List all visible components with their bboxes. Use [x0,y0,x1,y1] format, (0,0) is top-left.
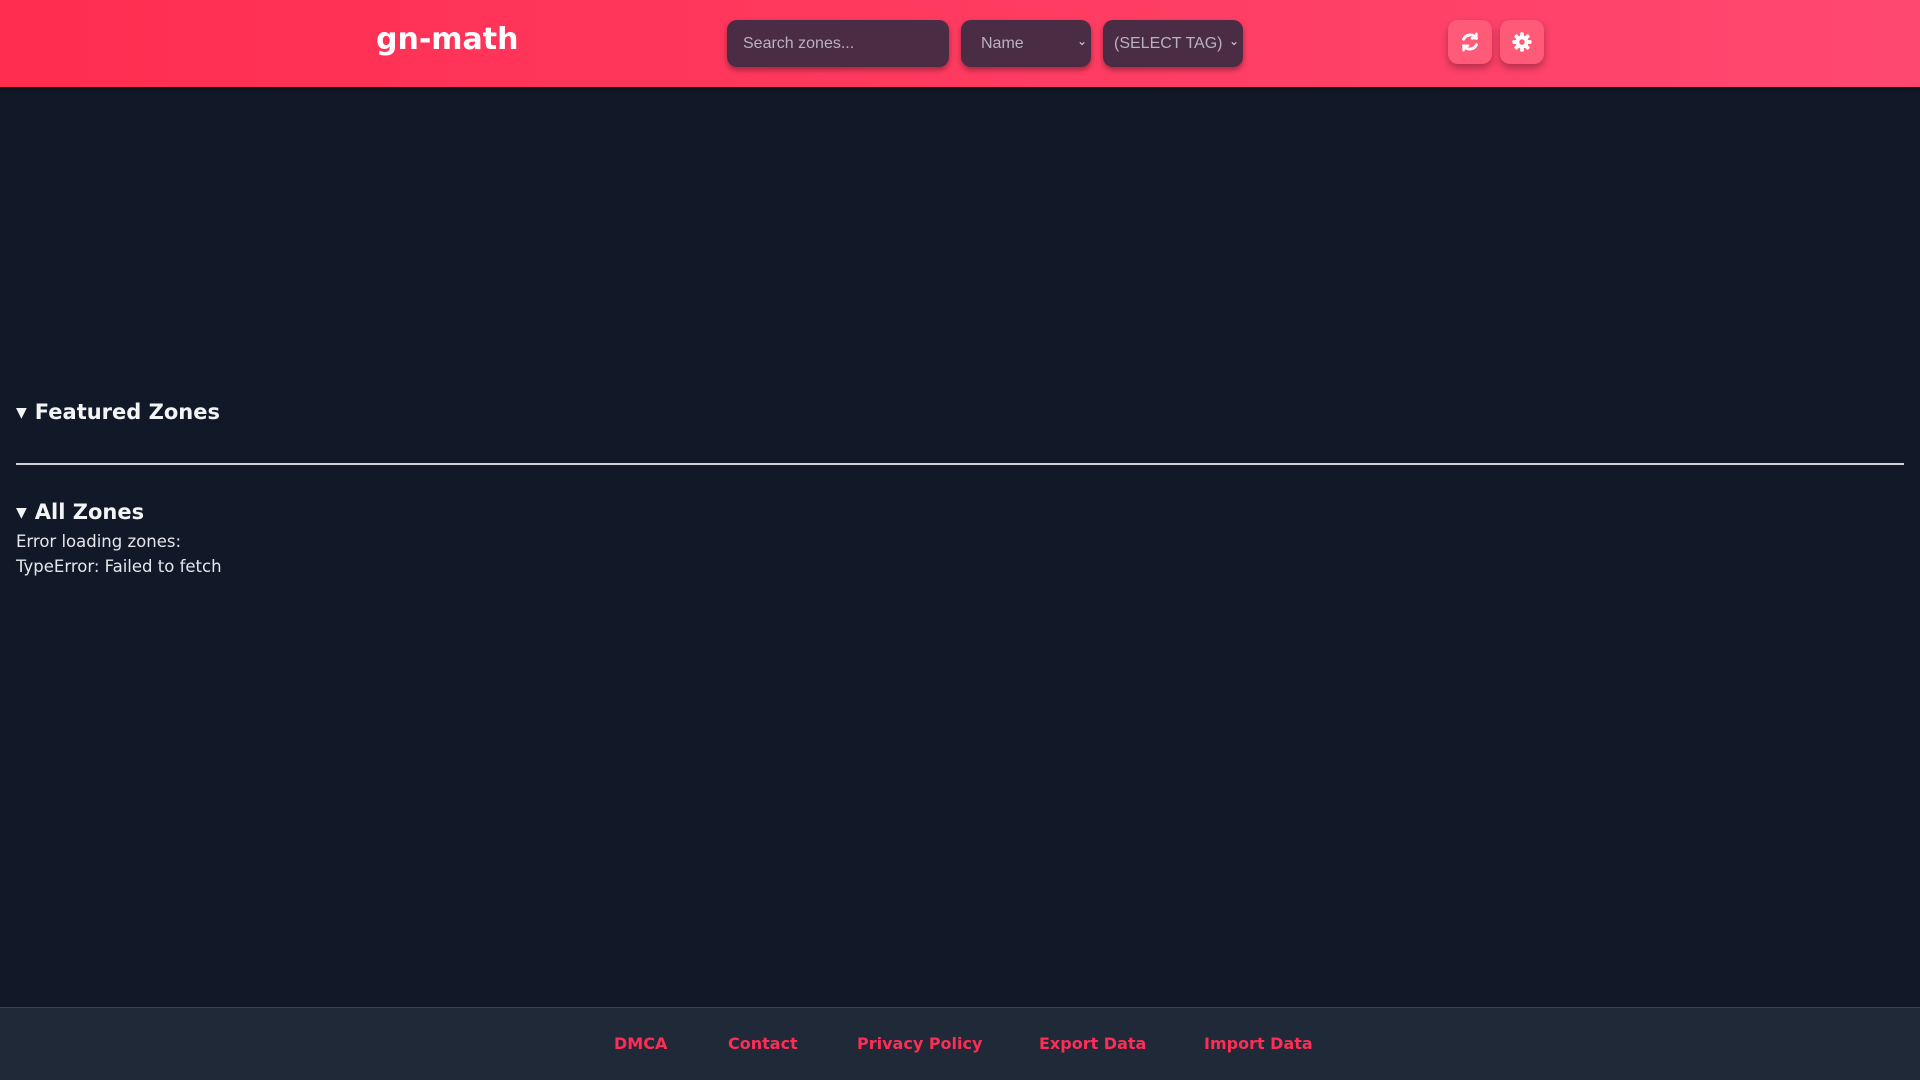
footer-link-export-data[interactable]: Export Data [1039,1034,1146,1053]
triangle-down-icon: ▼ [16,505,27,521]
footer-link-dmca[interactable]: DMCA [614,1034,667,1053]
featured-zones-heading: Featured Zones [34,400,220,424]
top-bar: gn-math Search zones... Name ⌄ (SELECT TA… [0,0,1920,87]
footer-link-import-data[interactable]: Import Data [1204,1034,1313,1053]
tag-select[interactable]: (SELECT TAG) ⌄ [1103,20,1243,67]
error-message: Error loading zones: [16,532,182,551]
all-zones-heading: All Zones [34,500,145,524]
sort-select[interactable]: Name ⌄ [961,20,1091,67]
sort-value: Name [981,34,1024,52]
gear-icon [1512,32,1532,52]
tag-value: (SELECT TAG) [1114,34,1223,52]
search-input[interactable]: Search zones... [727,20,949,67]
divider [16,463,1904,465]
chevron-down-icon: ⌄ [1228,34,1239,48]
featured-zones-toggle[interactable]: ▼ Featured Zones [16,400,220,424]
chevron-down-icon: ⌄ [1076,34,1087,48]
all-zones-toggle[interactable]: ▼ All Zones [16,500,144,524]
refresh-icon [1462,32,1478,52]
error-detail: TypeError: Failed to fetch [16,557,222,576]
footer-link-contact[interactable]: Contact [728,1034,798,1053]
footer-link-privacy-policy[interactable]: Privacy Policy [857,1034,982,1053]
site-title[interactable]: gn-math [376,22,519,57]
triangle-down-icon: ▼ [16,405,27,421]
refresh-button[interactable] [1448,20,1492,64]
settings-button[interactable] [1500,20,1544,64]
footer: DMCA Contact Privacy Policy Export Data … [0,1007,1920,1080]
